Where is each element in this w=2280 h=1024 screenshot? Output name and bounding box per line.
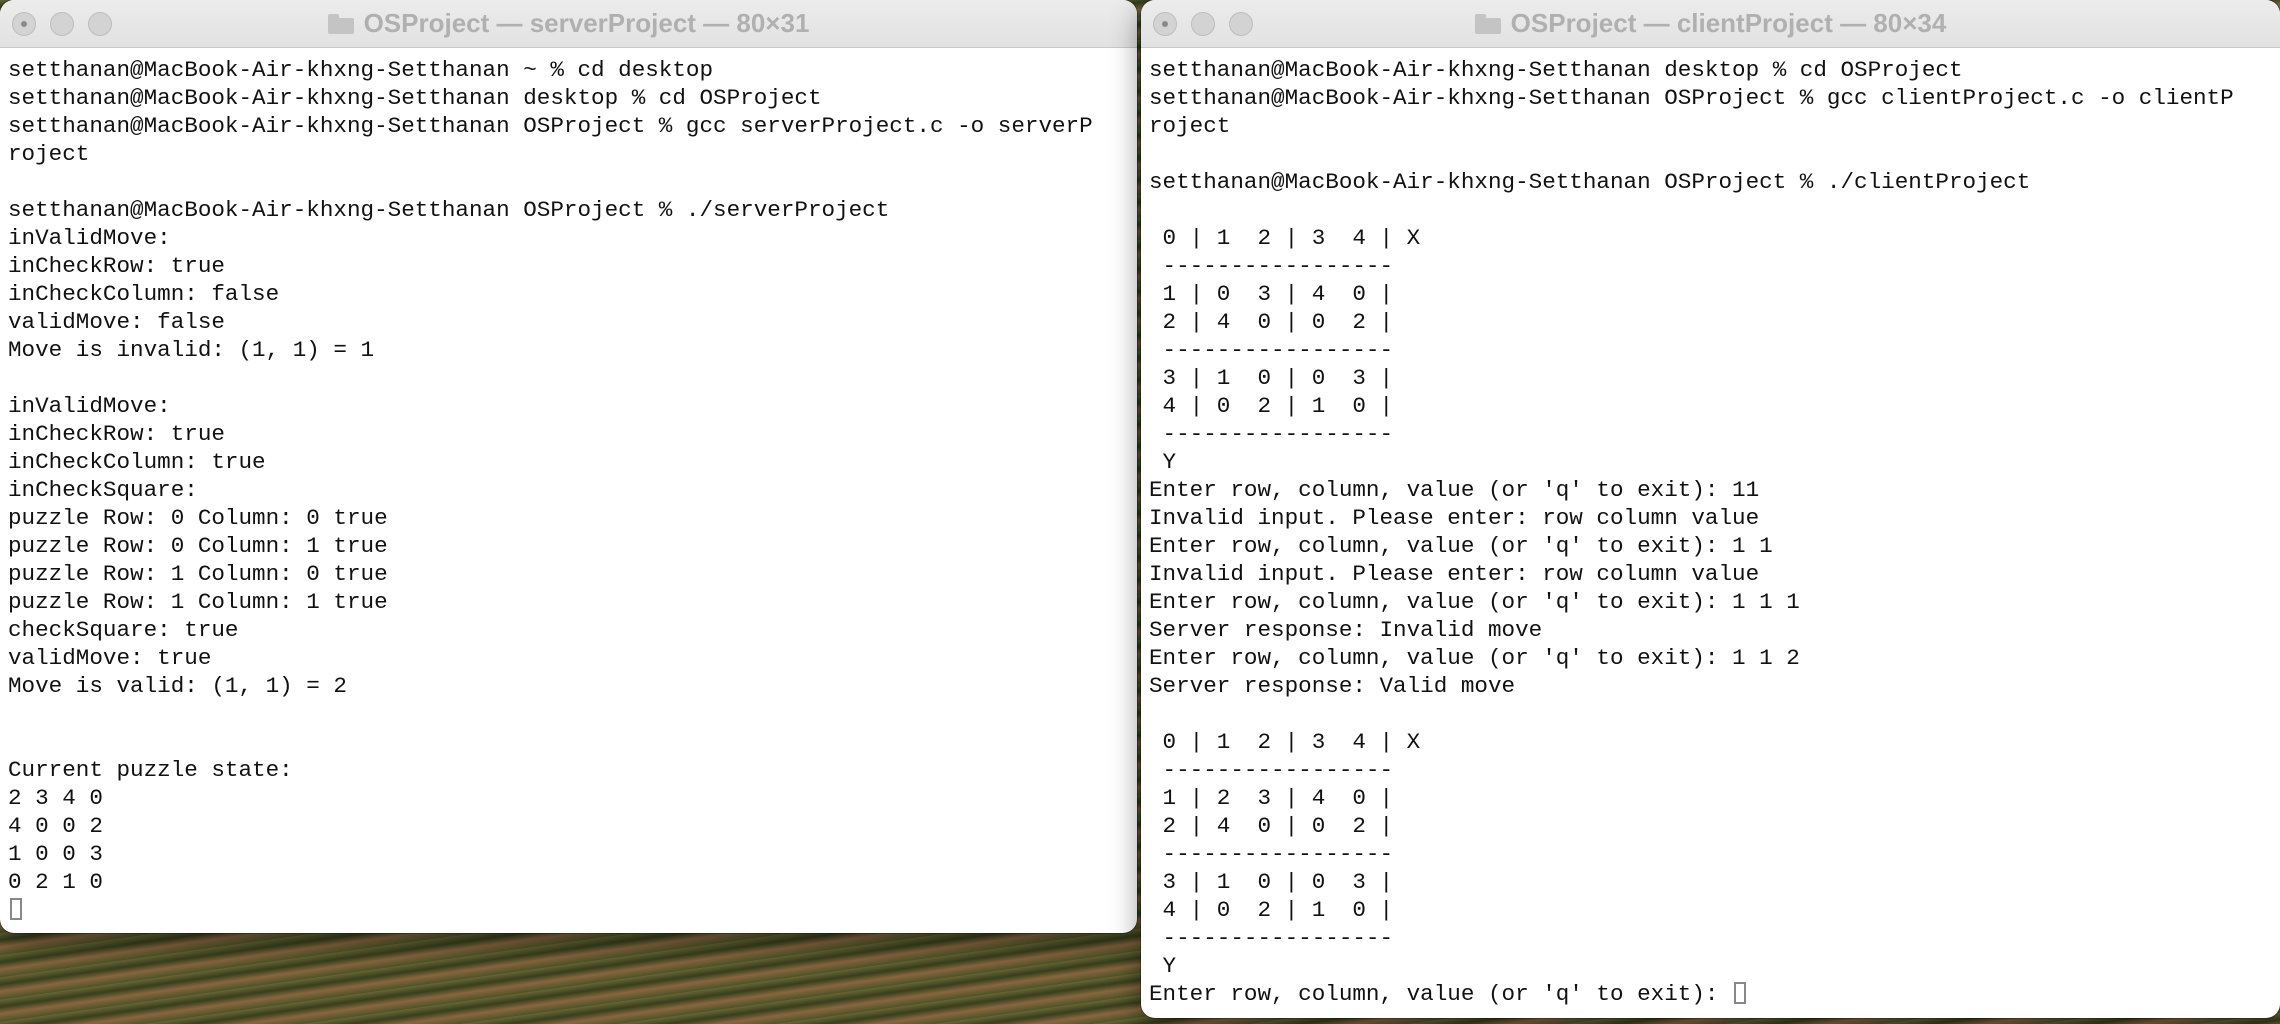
folder-icon: [327, 13, 354, 34]
client-terminal-window[interactable]: OSProject — clientProject — 80×34 settha…: [1141, 0, 2280, 1018]
window-title: OSProject — serverProject — 80×31: [0, 0, 1137, 47]
terminal-line: setthanan@MacBook-Air-khxng-Setthanan OS…: [8, 197, 890, 223]
terminal-line: Enter row, column, value (or 'q' to exit…: [1149, 645, 1800, 671]
terminal-line: 2 | 4 0 | 0 2 |: [1149, 309, 1394, 335]
terminal-line: validMove: false: [8, 309, 225, 335]
server-title-text: OSProject — serverProject — 80×31: [363, 8, 810, 38]
folder-icon: [1474, 13, 1501, 34]
client-terminal-output[interactable]: setthanan@MacBook-Air-khxng-Setthanan de…: [1141, 48, 2280, 1018]
terminal-line: setthanan@MacBook-Air-khxng-Setthanan OS…: [1149, 85, 2234, 111]
terminal-line: Move is invalid: (1, 1) = 1: [8, 337, 375, 363]
terminal-line: 0 | 1 2 | 3 4 | X: [1149, 729, 1421, 755]
minimize-button[interactable]: [50, 12, 74, 36]
zoom-button[interactable]: [1229, 12, 1253, 36]
window-title: OSProject — clientProject — 80×34: [1141, 0, 2280, 47]
terminal-line: Y: [1149, 449, 1177, 475]
terminal-line: puzzle Row: 0 Column: 1 true: [8, 533, 388, 559]
terminal-line: Server response: Valid move: [1149, 673, 1516, 699]
terminal-line: 4 0 0 2: [8, 813, 103, 839]
terminal-line: 0 2 1 0: [8, 869, 103, 895]
terminal-prompt-line[interactable]: Enter row, column, value (or 'q' to exit…: [1149, 980, 2280, 1008]
server-titlebar[interactable]: OSProject — serverProject — 80×31: [0, 0, 1137, 48]
terminal-line: puzzle Row: 0 Column: 0 true: [8, 505, 388, 531]
terminal-line: 1 0 0 3: [8, 841, 103, 867]
terminal-line: Invalid input. Please enter: row column …: [1149, 505, 1760, 531]
terminal-line: Invalid input. Please enter: row column …: [1149, 561, 1760, 587]
terminal-line: roject: [1149, 113, 1231, 139]
terminal-line: Current puzzle state:: [8, 757, 293, 783]
cursor-icon[interactable]: [10, 898, 22, 920]
terminal-line: roject: [8, 141, 90, 167]
client-titlebar[interactable]: OSProject — clientProject — 80×34: [1141, 0, 2280, 48]
terminal-line: -----------------: [1149, 757, 1394, 783]
terminal-line: -----------------: [1149, 421, 1394, 447]
terminal-line: Move is valid: (1, 1) = 2: [8, 673, 347, 699]
terminal-line: -----------------: [1149, 253, 1394, 279]
terminal-line: validMove: true: [8, 645, 212, 671]
terminal-line: 4 | 0 2 | 1 0 |: [1149, 897, 1394, 923]
terminal-line: Enter row, column, value (or 'q' to exit…: [1149, 477, 1760, 503]
terminal-line: Server response: Invalid move: [1149, 617, 1543, 643]
terminal-line: -----------------: [1149, 337, 1394, 363]
close-button[interactable]: [1153, 12, 1177, 36]
terminal-line: checkSquare: true: [8, 617, 239, 643]
terminal-line: 3 | 1 0 | 0 3 |: [1149, 869, 1394, 895]
terminal-line: setthanan@MacBook-Air-khxng-Setthanan de…: [1149, 57, 1963, 83]
terminal-line: inCheckRow: true: [8, 421, 225, 447]
terminal-line: inValidMove:: [8, 225, 171, 251]
terminal-line: setthanan@MacBook-Air-khxng-Setthanan OS…: [8, 113, 1093, 139]
terminal-line: inCheckColumn: true: [8, 449, 266, 475]
terminal-line: -----------------: [1149, 925, 1394, 951]
terminal-line: 3 | 1 0 | 0 3 |: [1149, 365, 1394, 391]
terminal-line: Enter row, column, value (or 'q' to exit…: [1149, 589, 1800, 615]
terminal-line: setthanan@MacBook-Air-khxng-Setthanan OS…: [1149, 169, 2031, 195]
window-controls: [12, 12, 112, 36]
terminal-line: Enter row, column, value (or 'q' to exit…: [1149, 533, 1773, 559]
terminal-line: 1 | 2 3 | 4 0 |: [1149, 785, 1394, 811]
terminal-line: setthanan@MacBook-Air-khxng-Setthanan ~ …: [8, 57, 714, 83]
terminal-line: 1 | 0 3 | 4 0 |: [1149, 281, 1394, 307]
terminal-line: setthanan@MacBook-Air-khxng-Setthanan de…: [8, 85, 822, 111]
terminal-line: puzzle Row: 1 Column: 1 true: [8, 589, 388, 615]
close-button[interactable]: [12, 12, 36, 36]
terminal-line: inCheckColumn: false: [8, 281, 280, 307]
terminal-line: inCheckRow: true: [8, 253, 225, 279]
terminal-prompt-line[interactable]: [8, 896, 1137, 924]
terminal-line: -----------------: [1149, 841, 1394, 867]
minimize-button[interactable]: [1191, 12, 1215, 36]
client-title-text: OSProject — clientProject — 80×34: [1510, 8, 1947, 38]
terminal-prompt: Enter row, column, value (or 'q' to exit…: [1149, 981, 1733, 1007]
terminal-line: puzzle Row: 1 Column: 0 true: [8, 561, 388, 587]
terminal-line: 2 3 4 0: [8, 785, 103, 811]
terminal-line: inValidMove:: [8, 393, 171, 419]
terminal-line: Y: [1149, 953, 1177, 979]
server-terminal-window[interactable]: OSProject — serverProject — 80×31 settha…: [0, 0, 1137, 933]
window-controls: [1153, 12, 1253, 36]
cursor-icon[interactable]: [1734, 982, 1747, 1004]
terminal-line: inCheckSquare:: [8, 477, 198, 503]
server-terminal-output[interactable]: setthanan@MacBook-Air-khxng-Setthanan ~ …: [0, 48, 1137, 933]
terminal-line: 0 | 1 2 | 3 4 | X: [1149, 225, 1421, 251]
terminal-line: 2 | 4 0 | 0 2 |: [1149, 813, 1394, 839]
zoom-button[interactable]: [88, 12, 112, 36]
terminal-line: 4 | 0 2 | 1 0 |: [1149, 393, 1394, 419]
